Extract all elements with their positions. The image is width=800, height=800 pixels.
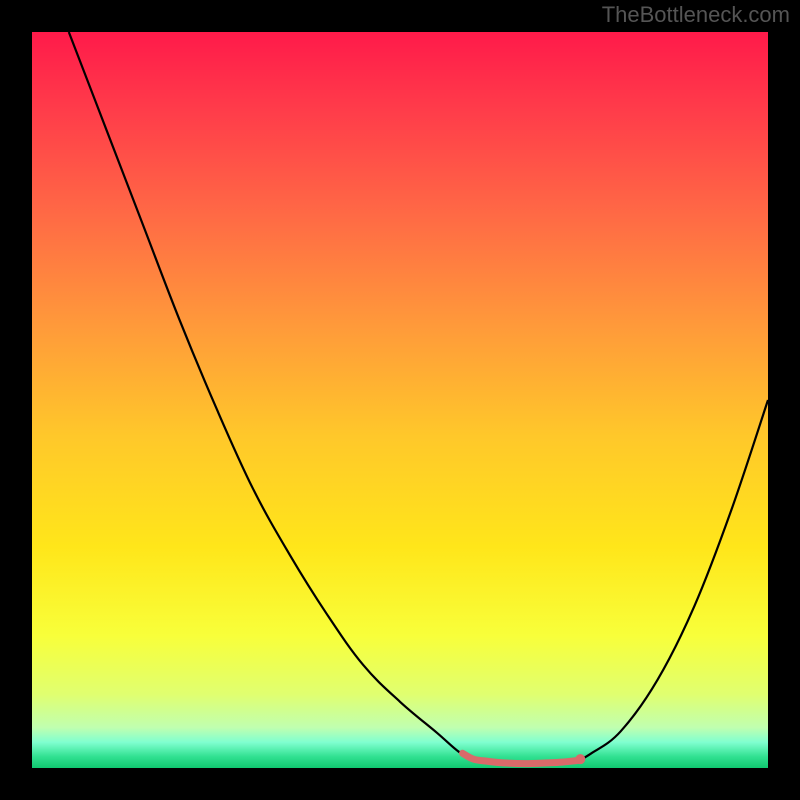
chart-background [32, 32, 768, 768]
bottleneck-chart [0, 0, 800, 800]
optimal-point-marker [575, 754, 585, 764]
chart-container: TheBottleneck.com [0, 0, 800, 800]
watermark-text: TheBottleneck.com [602, 2, 790, 28]
